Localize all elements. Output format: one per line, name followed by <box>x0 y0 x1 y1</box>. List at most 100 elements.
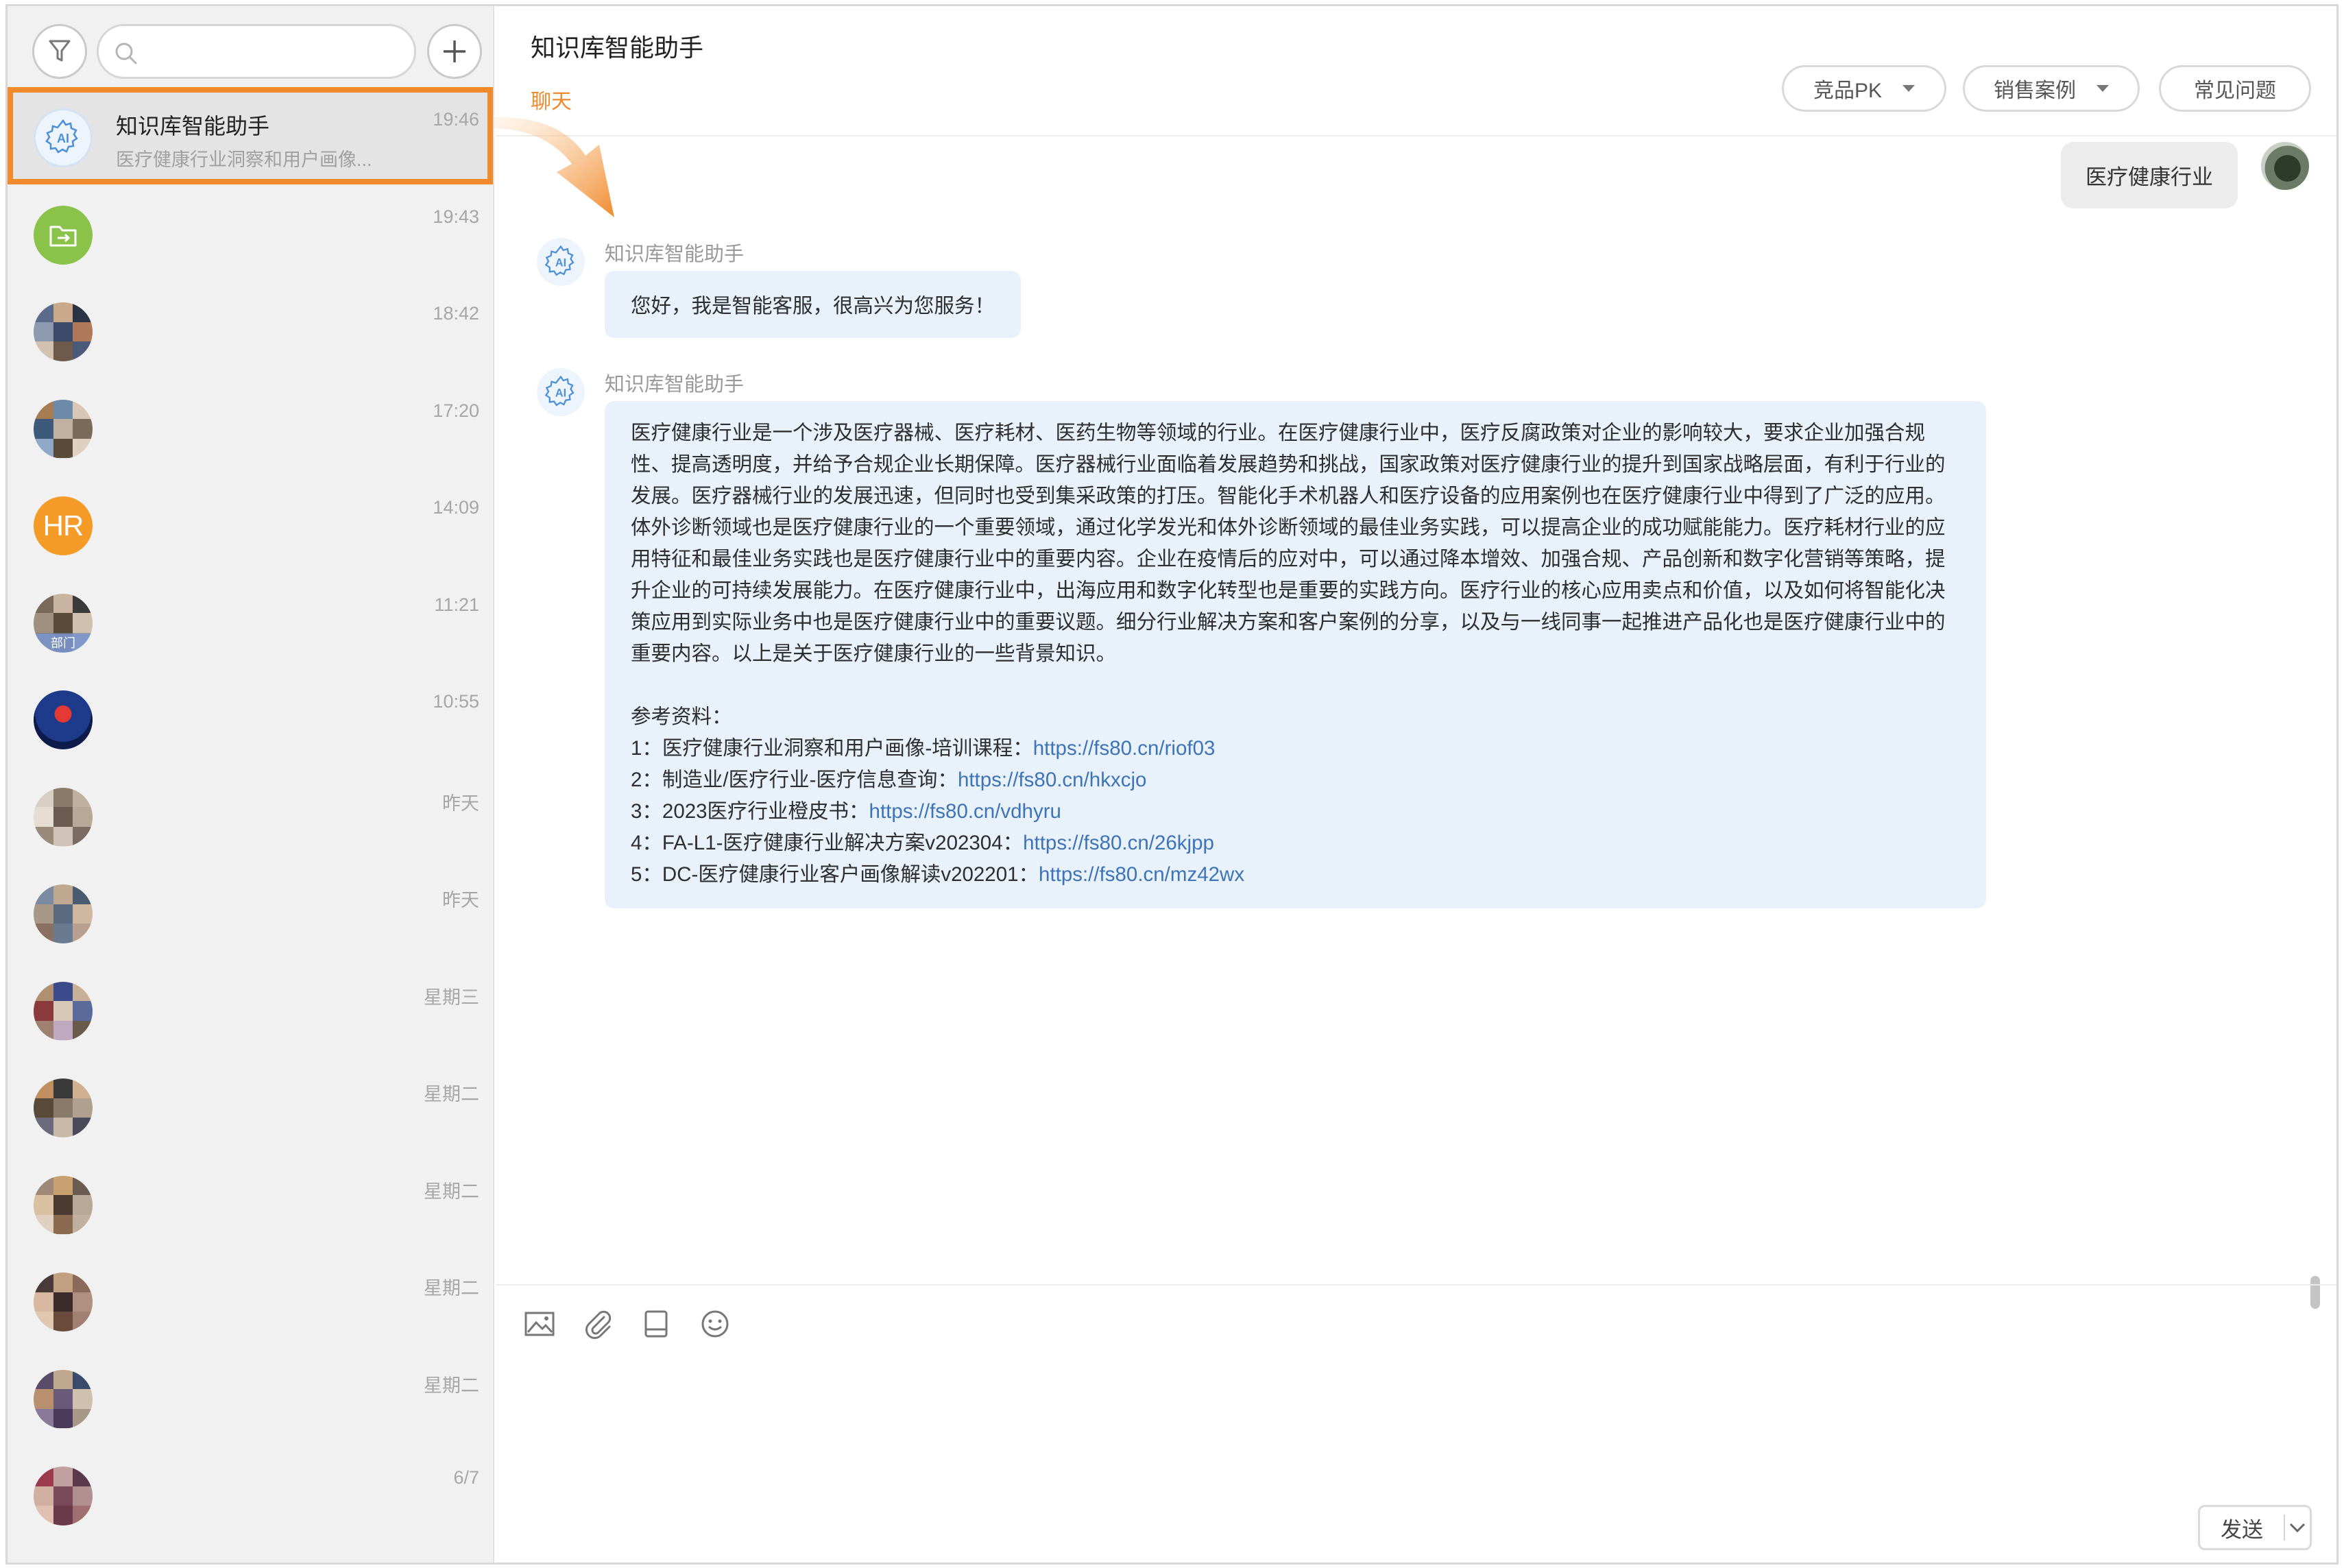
conversation-preview: 医疗健康行业洞察和用户画像... <box>116 149 372 170</box>
single-avatar <box>34 690 93 749</box>
conversation-item[interactable]: 17:20 <box>8 378 493 476</box>
add-button[interactable] <box>427 24 482 79</box>
compete-pk-button[interactable]: 竞品PK <box>1782 65 1946 112</box>
conversation-time: 17:20 <box>433 400 479 421</box>
conversation-time: 10:55 <box>433 691 479 712</box>
reference-label: 2：制造业/医疗行业-医疗信息查询： <box>631 769 958 791</box>
conversation-time: 星期三 <box>424 987 479 1008</box>
user-message: 医疗健康行业 <box>2061 142 2309 208</box>
conversation-time: 14:09 <box>433 497 479 518</box>
group-avatar: 部门 <box>34 593 93 653</box>
chat-header: 知识库智能助手 聊天 竞品PK 销售案例 常见问题 <box>496 6 2336 136</box>
answer-text: 医疗健康行业是一个涉及医疗器械、医疗耗材、医药生物等领域的行业。在医疗健康行业中… <box>631 422 1946 665</box>
conversation-time: 昨天 <box>442 793 479 814</box>
bot-greeting-bubble: 您好，我是智能客服，很高兴为您服务！ <box>605 271 1022 338</box>
filter-button[interactable] <box>32 24 87 79</box>
conversation-item[interactable]: 18:42 <box>8 281 493 378</box>
avatar <box>34 205 93 265</box>
svg-text:AI: AI <box>57 132 69 145</box>
search-box[interactable] <box>97 24 416 79</box>
chevron-down-icon <box>2097 85 2109 92</box>
filter-icon <box>49 40 71 62</box>
reference-item: 3：2023医疗行业橙皮书：https://fs80.cn/vdhyru <box>631 796 1960 828</box>
user-avatar[interactable] <box>2261 142 2309 190</box>
conversation-item[interactable]: 昨天 <box>8 863 493 961</box>
group-avatar <box>34 1078 93 1137</box>
send-button[interactable]: 发送 <box>2198 1505 2312 1550</box>
sidebar-toolbar <box>8 6 493 87</box>
conversation-time: 星期二 <box>424 1084 479 1105</box>
group-avatar <box>34 981 93 1041</box>
conversation-item[interactable]: 星期二 <box>8 1349 493 1446</box>
conversation-item[interactable]: 星期二 <box>8 1057 493 1155</box>
send-label: 发送 <box>2221 1517 2263 1542</box>
conversation-item[interactable]: 10:55 <box>8 669 493 767</box>
reference-label: 3：2023医疗行业橙皮书： <box>631 800 869 823</box>
reference-link[interactable]: https://fs80.cn/26kjpp <box>1023 832 1214 854</box>
conversation-item[interactable]: 昨天 <box>8 767 493 864</box>
reference-item: 4：FA-L1-医疗健康行业解决方案v202304：https://fs80.c… <box>631 828 1960 859</box>
group-avatar <box>34 1369 93 1429</box>
bot-name: 知识库智能助手 <box>605 243 745 265</box>
app-window: AI 知识库智能助手 医疗健康行业洞察和用户画像... 19:46 19:43 <box>5 4 2339 1565</box>
conversation-time: 11:21 <box>434 594 479 615</box>
plus-icon <box>444 40 466 62</box>
conversation-list: AI 知识库智能助手 医疗健康行业洞察和用户画像... 19:46 19:43 <box>8 87 493 1543</box>
chevron-down-icon <box>2289 1523 2306 1533</box>
conversation-title: 知识库智能助手 <box>116 114 270 138</box>
disk-button[interactable] <box>637 1305 675 1343</box>
reference-link[interactable]: https://fs80.cn/riof03 <box>1033 737 1216 760</box>
reference-link[interactable]: https://fs80.cn/hkxcjo <box>958 769 1146 791</box>
group-avatar <box>34 399 93 459</box>
reference-link[interactable]: https://fs80.cn/mz42wx <box>1039 863 1244 886</box>
hr-avatar: HR <box>34 496 93 555</box>
conversation-item[interactable]: 星期三 <box>8 961 493 1058</box>
reference-label: 5：DC-医疗健康行业客户画像解读v202201： <box>631 863 1039 886</box>
group-avatar <box>34 1467 93 1525</box>
reference-link[interactable]: https://fs80.cn/vdhyru <box>869 800 1061 823</box>
conversation-item-ai-assistant[interactable]: AI 知识库智能助手 医疗健康行业洞察和用户画像... 19:46 <box>8 87 493 184</box>
conversation-item[interactable]: 部门 11:21 <box>8 572 493 670</box>
conversation-time: 18:42 <box>433 303 479 324</box>
tab-chat[interactable]: 聊天 <box>531 84 572 114</box>
attachment-button[interactable] <box>579 1305 618 1343</box>
svg-text:AI: AI <box>555 387 566 399</box>
references-title: 参考资料： <box>631 705 732 728</box>
conversation-item[interactable]: HR 14:09 <box>8 475 493 572</box>
conversation-item[interactable]: 星期二 <box>8 1155 493 1252</box>
conversation-sidebar: AI 知识库智能助手 医疗健康行业洞察和用户画像... 19:46 19:43 <box>8 6 494 1563</box>
ai-bot-icon: AI <box>537 368 585 416</box>
conversation-time: 星期二 <box>424 1375 479 1396</box>
image-button[interactable] <box>520 1305 559 1343</box>
image-icon <box>524 1312 555 1336</box>
ai-bot-icon: AI <box>537 238 585 286</box>
sales-cases-label: 销售案例 <box>1994 80 2076 102</box>
conversation-time: 19:46 <box>433 109 479 130</box>
send-options-button[interactable] <box>2285 1522 2310 1533</box>
folder-icon <box>49 226 77 246</box>
svg-text:AI: AI <box>555 256 566 269</box>
reference-label: 4：FA-L1-医疗健康行业解决方案v202304： <box>631 832 1024 854</box>
conversation-time: 6/7 <box>453 1467 479 1488</box>
search-input[interactable] <box>151 32 404 71</box>
faq-button[interactable]: 常见问题 <box>2159 65 2311 112</box>
chat-title: 知识库智能助手 <box>531 34 704 62</box>
reference-item: 1：医疗健康行业洞察和用户画像-培训课程：https://fs80.cn/rio… <box>631 733 1960 764</box>
emoji-button[interactable] <box>696 1305 734 1343</box>
conversation-time: 19:43 <box>433 206 479 227</box>
conversation-item[interactable]: 19:43 <box>8 184 493 282</box>
conversation-time: 星期二 <box>424 1278 479 1299</box>
group-avatar <box>34 787 93 847</box>
message-list: 医疗健康行业 AI 知识库智能助手 您好，我是智能客服，很高兴为您服务！ AI … <box>496 138 2336 1309</box>
emoji-icon <box>701 1310 729 1338</box>
reference-item: 5：DC-医疗健康行业客户画像解读v202201：https://fs80.cn… <box>631 859 1960 891</box>
reference-label: 1：医疗健康行业洞察和用户画像-培训课程： <box>631 737 1033 760</box>
conversation-time: 昨天 <box>442 890 479 910</box>
sales-cases-button[interactable]: 销售案例 <box>1963 65 2140 112</box>
message-composer[interactable]: 发送 <box>496 1284 2336 1563</box>
reference-item: 2：制造业/医疗行业-医疗信息查询：https://fs80.cn/hkxcjo <box>631 764 1960 796</box>
conversation-time: 星期二 <box>424 1181 479 1202</box>
conversation-item[interactable]: 6/7 <box>8 1445 493 1543</box>
bot-name: 知识库智能助手 <box>605 374 745 396</box>
conversation-item[interactable]: 星期二 <box>8 1251 493 1349</box>
